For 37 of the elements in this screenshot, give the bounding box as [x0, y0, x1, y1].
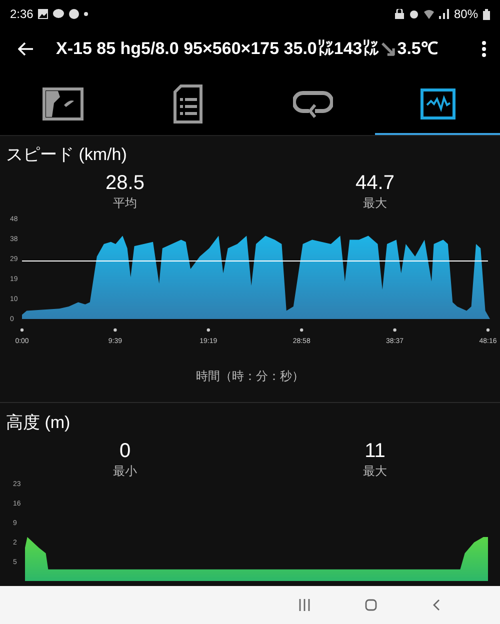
more-menu-icon[interactable] — [482, 41, 486, 57]
document-icon — [172, 84, 202, 124]
tick-dot — [206, 328, 210, 332]
clock: 2:36 — [10, 6, 34, 23]
axis-title: 時間（時：分：秒） — [196, 368, 304, 385]
stat-value: 0 — [119, 439, 131, 463]
signal-icon — [438, 9, 449, 19]
stat-label: 最大 — [363, 195, 387, 211]
tick-dot — [393, 328, 396, 332]
dot-icon — [84, 12, 88, 16]
stat-label: 最小 — [113, 463, 137, 479]
trend-arrow: ↘ — [379, 38, 398, 60]
section-title: スピード (km/h) — [6, 144, 127, 166]
tick-dot — [486, 328, 490, 332]
section-title: 高度 (m) — [6, 412, 70, 434]
home-icon[interactable] — [365, 599, 377, 611]
lock-icon — [394, 9, 404, 19]
tick-dot — [114, 328, 117, 332]
stat-label: 平均 — [113, 195, 137, 211]
tick-dot — [20, 328, 24, 332]
app-title: X-15 85 hg5/8.0 95×560×175 35.0㍑143㍑ — [56, 38, 380, 60]
loop-arrow-icon — [292, 89, 332, 119]
battery-icon — [483, 8, 490, 20]
activity-chart-icon — [420, 88, 456, 120]
stat-value: 11 — [364, 439, 386, 463]
wifi-icon — [424, 9, 434, 19]
gallery-icon — [38, 9, 48, 19]
back-icon[interactable] — [432, 599, 440, 611]
back-arrow-icon[interactable] — [18, 42, 34, 56]
stat-value: 28.5 — [106, 171, 144, 195]
temperature: 3.5℃ — [397, 38, 438, 60]
recent-apps-icon[interactable] — [299, 599, 310, 611]
battery-percent: 80% — [454, 6, 478, 23]
stat-label: 最大 — [363, 463, 387, 479]
map-icon — [42, 87, 84, 121]
tick-dot — [300, 328, 304, 332]
stat-value: 44.7 — [356, 171, 394, 195]
